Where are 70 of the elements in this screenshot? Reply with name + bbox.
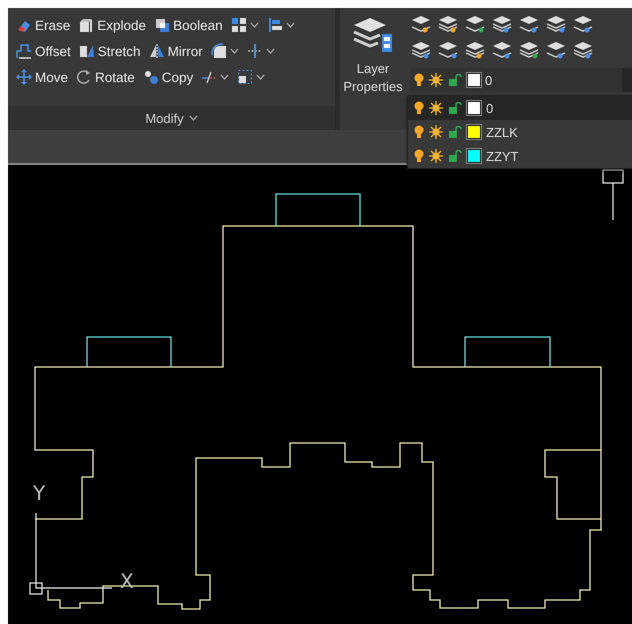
tool-button[interactable]: Stretch bbox=[76, 43, 143, 59]
sun-icon[interactable] bbox=[429, 101, 443, 115]
sun-icon[interactable] bbox=[429, 125, 443, 139]
circular-arrow-icon bbox=[76, 69, 92, 85]
dropdown-button[interactable] bbox=[208, 43, 241, 59]
caret-icon bbox=[286, 22, 295, 28]
step-outline-icon bbox=[16, 43, 32, 59]
sun-icon[interactable] bbox=[429, 73, 443, 87]
dropdown-button[interactable] bbox=[199, 69, 232, 85]
panel-title-button[interactable]: Modify bbox=[139, 110, 204, 126]
layer-list-item[interactable]: 0 bbox=[408, 96, 632, 120]
layer-name: ZZYT bbox=[486, 148, 518, 164]
grid-icon bbox=[230, 17, 247, 33]
lightbulb-icon[interactable] bbox=[414, 101, 424, 115]
dropdown-button[interactable] bbox=[235, 69, 268, 85]
layer-stack-icon[interactable] bbox=[491, 14, 513, 34]
triangles-icon bbox=[78, 43, 95, 59]
align-bars-icon bbox=[266, 17, 283, 33]
lightbulb-icon[interactable] bbox=[414, 149, 424, 163]
caret-icon bbox=[266, 48, 275, 54]
padlock-icon[interactable] bbox=[448, 126, 462, 138]
layer-stack-icon[interactable] bbox=[545, 14, 567, 34]
caret-icon bbox=[230, 48, 239, 54]
circles-icon bbox=[142, 69, 159, 85]
padlock-icon[interactable] bbox=[448, 102, 462, 114]
layer-stack-icon[interactable] bbox=[491, 40, 513, 60]
tool-button[interactable]: Erase bbox=[14, 17, 72, 33]
crosshair-dashed-icon bbox=[246, 43, 263, 59]
overlapping-squares-icon bbox=[154, 17, 170, 33]
layer-stack-icon[interactable] bbox=[410, 14, 432, 34]
tool-button[interactable]: Explode bbox=[76, 17, 148, 33]
caret-icon bbox=[220, 74, 230, 80]
curved-corner-icon bbox=[210, 43, 227, 59]
layer-stack-icon[interactable] bbox=[437, 40, 459, 60]
layer-dropdown[interactable]: 0 bbox=[410, 68, 632, 92]
layer-stack-icon[interactable] bbox=[572, 14, 594, 34]
tool-button[interactable]: Offset bbox=[14, 43, 73, 59]
layer-list-item[interactable]: ZZLK bbox=[408, 120, 632, 144]
layer-stack-icon[interactable] bbox=[518, 40, 540, 60]
tool-button[interactable]: Mirror bbox=[146, 43, 205, 59]
padlock-icon[interactable] bbox=[448, 150, 462, 162]
layer-list-item[interactable]: ZZYT bbox=[408, 144, 632, 168]
layer-name: 0 bbox=[486, 100, 494, 116]
layer-name: 0 bbox=[485, 72, 494, 88]
layer-stack-icon[interactable] bbox=[464, 40, 486, 60]
sun-icon[interactable] bbox=[429, 149, 443, 163]
dashed-square-icon bbox=[237, 69, 254, 85]
lightbulb-icon[interactable] bbox=[414, 125, 424, 139]
crosshair-cursor bbox=[602, 169, 624, 220]
layer-stack-icon[interactable] bbox=[464, 14, 486, 34]
layer-stack-icon[interactable] bbox=[572, 40, 594, 60]
caret-icon bbox=[188, 115, 198, 121]
layer-properties-button[interactable]: Layer Properties bbox=[340, 8, 406, 130]
lightbulb-icon[interactable] bbox=[414, 73, 424, 87]
four-arrows-icon bbox=[16, 69, 32, 85]
padlock-icon[interactable] bbox=[448, 74, 462, 86]
mirror-triangles-icon bbox=[148, 43, 165, 59]
caret-icon bbox=[256, 74, 266, 80]
layer-stack-icon[interactable] bbox=[518, 14, 540, 34]
layer-stack-icon[interactable] bbox=[410, 40, 432, 60]
caret-icon bbox=[250, 22, 259, 28]
tool-button[interactable]: Boolean bbox=[152, 17, 225, 33]
dashed-line-icon bbox=[201, 69, 218, 85]
tool-button[interactable]: Rotate bbox=[74, 69, 137, 85]
layer-stack-icon[interactable] bbox=[437, 14, 459, 34]
tool-button[interactable]: Move bbox=[14, 69, 70, 85]
tool-button[interactable]: Copy bbox=[140, 69, 196, 85]
cube-icon bbox=[78, 17, 94, 33]
layer-name: ZZLK bbox=[486, 124, 518, 140]
layer-stack-icon[interactable] bbox=[545, 40, 567, 60]
